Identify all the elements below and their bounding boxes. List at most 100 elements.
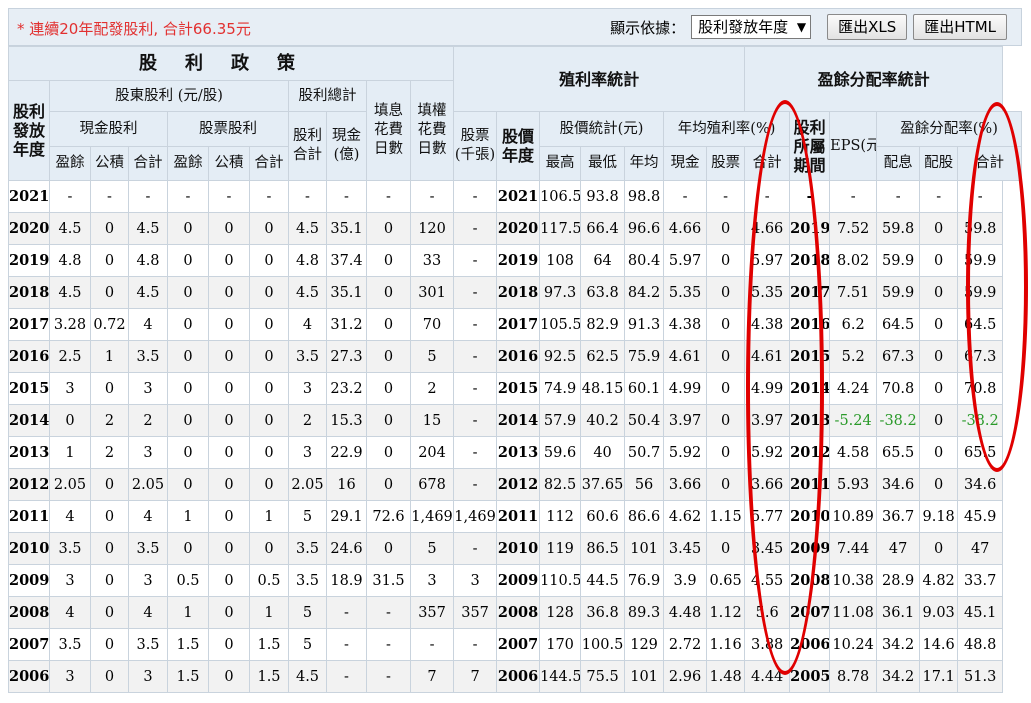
table-cell: 1 [49,436,91,469]
table-cell: 59.9 [876,244,921,277]
table-cell: 0 [706,212,746,245]
table-cell: 2006 [496,660,541,693]
table-cell: 4.5 [49,212,91,245]
table-cell: 5.92 [744,436,791,469]
table-cell: 4 [288,308,327,341]
table-cell: 89.3 [624,596,665,629]
table-cell: - [49,180,91,213]
table-cell: 75.5 [580,660,626,693]
sub-total: 合計 [744,146,791,181]
table-cell: - [453,340,498,373]
table-cell: 0 [249,308,289,341]
table-cell: 0 [208,372,250,405]
table-cell: 86.5 [580,532,626,565]
table-cell: 0 [90,628,129,661]
table-cell: 3.88 [744,628,791,661]
sort-select[interactable]: 股利發放年度 ▼ [691,15,812,39]
table-cell: 57.9 [539,404,582,437]
table-cell: 14.6 [919,628,959,661]
payout-stats-header: 盈餘分配率統計 [744,46,1004,112]
table-row: 2008 4 0 4 1 0 1 5- -357 357 2008 128 36.8 89.3 4.48 1.… [8,596,1022,629]
table-cell: - [706,180,746,213]
table-cell: 2 [288,404,327,437]
table-cell: 10.38 [829,564,878,597]
table-cell: 45.9 [957,500,1004,533]
table-cell: - [90,180,129,213]
table-cell: 2017 [496,308,541,341]
stock-div-header: 股票股利 [167,111,289,147]
price-year-header: 股價年度 [496,111,541,181]
table-cell: - [453,372,498,405]
table-cell: 3 [128,660,168,693]
table-cell: 47 [876,532,921,565]
table-cell: 3 [49,660,91,693]
table-cell: 18.9 [326,564,367,597]
table-cell: 5.93 [829,468,878,501]
table-cell: 65.5 [876,436,921,469]
table-cell: 5.97 [663,244,708,277]
table-cell: 4.99 [744,372,791,405]
table-cell: 36.8 [580,596,626,629]
table-cell: 0 [208,244,250,277]
table-cell: 37.65 [580,468,626,501]
toolbar: * 連續20年配發股利, 合計66.35元 顯示依據： 股利發放年度 ▼ 匯出X… [8,8,1022,46]
table-cell: 34.2 [876,628,921,661]
table-cell: 2019 [789,212,831,245]
table-cell: 2008 [496,596,541,629]
table-cell: 84.2 [624,276,665,309]
price-stats-header: 股價統計(元) [539,111,665,147]
table-cell: - [957,180,1004,213]
table-cell: 1 [90,340,129,373]
export-html-button[interactable]: 匯出HTML [913,14,1007,40]
table-cell: 2017 [8,308,50,341]
sub-avg: 年均 [624,146,665,181]
table-cell: 101 [624,660,665,693]
table-cell: 1.5 [167,660,209,693]
table-cell: 100.5 [580,628,626,661]
table-cell: - [919,180,959,213]
table-cell: 50.4 [624,404,665,437]
table-cell: 70.8 [876,372,921,405]
toolbar-controls: 顯示依據： 股利發放年度 ▼ 匯出XLS 匯出HTML [610,14,1007,40]
export-xls-button[interactable]: 匯出XLS [827,14,908,40]
table-cell: 2011 [496,500,541,533]
table-cell: 4.5 [49,276,91,309]
table-cell: 2017 [789,276,831,309]
table-cell: 110.5 [539,564,582,597]
table-cell: 0 [919,276,959,309]
table-cell: 106.5 [539,180,582,213]
table-cell: 72.6 [366,500,411,533]
table-cell: 3.45 [744,532,791,565]
table-cell: 5 [409,340,455,373]
table-cell: 60.1 [624,372,665,405]
table-cell: 3 [49,564,91,597]
table-row: 2016 2.5 1 3.5 0 0 0 3.5 27.3 0 5-2016 92.5 62.5 75.9… [8,340,1022,373]
table-cell: 2 [90,404,129,437]
table-cell: 2020 [8,212,50,245]
table-cell: 2016 [789,308,831,341]
table-cell: 4.5 [288,660,327,693]
stock-k-header: 股票(千張) [453,111,498,181]
table-cell: 2021 [496,180,541,213]
table-cell: 0 [90,500,129,533]
table-cell: 0 [366,532,411,565]
table-cell: 2013 [8,436,50,469]
table-cell: 34.2 [876,660,921,693]
payout-rate-header: 盈餘分配率(%) [876,111,1022,147]
table-cell: 5.77 [744,500,791,533]
table-cell: 1.5 [249,660,289,693]
sub-low: 最低 [580,146,626,181]
table-cell: 67.3 [957,340,1004,373]
table-cell: 5.97 [744,244,791,277]
table-cell: 0.65 [706,564,746,597]
table-row: 2020 4.5 0 4.5 0 0 0 4.5 35.1 0 120-2020 117.5 66.4 9… [8,212,1022,245]
table-cell: 2018 [8,276,50,309]
table-cell: 1 [167,500,209,533]
table-cell: 7 [409,660,455,693]
table-cell: 75.9 [624,340,665,373]
table-cell: - [326,628,367,661]
table-cell: 33.7 [957,564,1004,597]
table-cell: 0 [167,372,209,405]
table-cell: 4 [49,500,91,533]
table-cell: 1 [167,596,209,629]
